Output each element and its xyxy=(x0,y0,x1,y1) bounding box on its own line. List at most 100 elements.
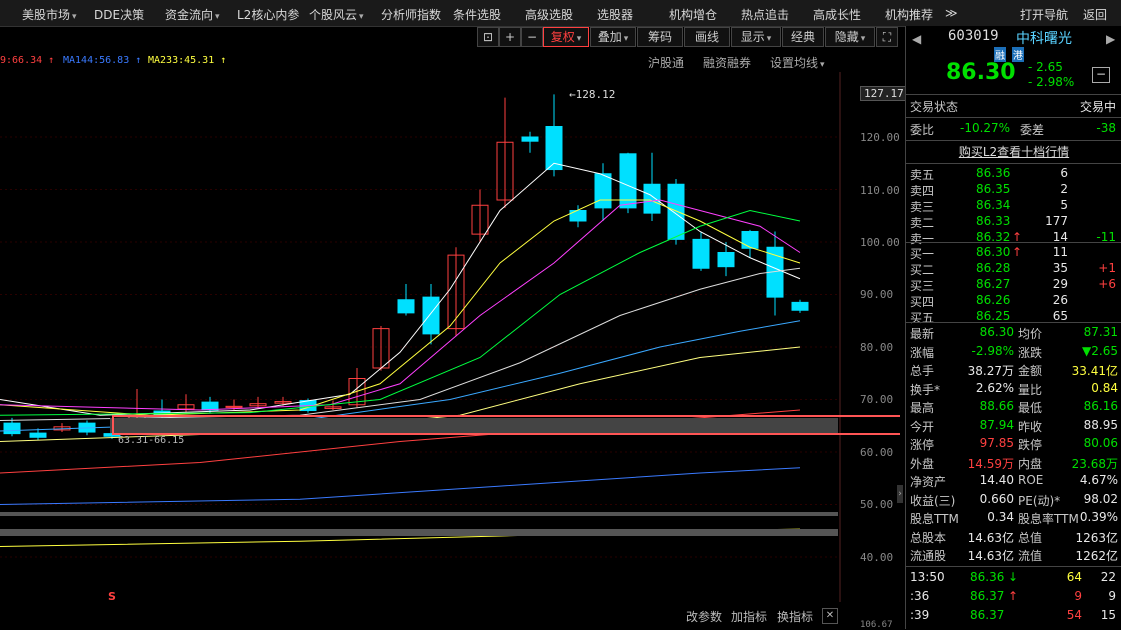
stat-row: 外盘 14.59万 内盘 23.68万 xyxy=(906,455,1121,473)
menu-stock-news[interactable]: 个股风云 ▾ xyxy=(309,6,364,23)
display-button[interactable]: 显示 ▾ xyxy=(731,27,781,47)
trade-status-row: 交易状态 交易中 xyxy=(906,98,1121,116)
zoom-out-icon[interactable]: − xyxy=(521,27,543,47)
lock-icon[interactable]: ⊡ xyxy=(477,27,499,47)
stat-label: 涨跌 xyxy=(1018,345,1043,360)
divider xyxy=(906,242,1121,243)
bids-volume: 11 xyxy=(1052,245,1068,259)
panel-collapse-handle[interactable]: › xyxy=(897,485,903,503)
menu-inst-add[interactable]: 机构增仓 xyxy=(669,6,717,23)
classic-button[interactable]: 经典 xyxy=(782,27,824,47)
prev-stock-icon[interactable]: ◀ xyxy=(912,32,921,46)
menu-l2[interactable]: L2核心内参 xyxy=(237,6,299,23)
stat-value: 23.68万 xyxy=(1071,456,1118,471)
zoom-in-icon[interactable]: + xyxy=(499,27,521,47)
axis-tick: 70.00 xyxy=(860,393,894,406)
hide-button[interactable]: 隐藏 ▾ xyxy=(825,27,875,47)
stat-label: ROE xyxy=(1018,473,1044,487)
open-nav-button[interactable]: 打开导航 xyxy=(1020,6,1068,23)
tick-count: 22 xyxy=(1100,570,1116,584)
next-stock-icon[interactable]: ▶ xyxy=(1106,32,1115,46)
bids-arrow: ↑ xyxy=(1012,245,1023,259)
low-annotation: 63.31-66.15 xyxy=(118,435,185,446)
stat-value: 14.63亿 xyxy=(967,530,1014,545)
margin-link[interactable]: 融资融券 xyxy=(703,54,751,71)
candle-body xyxy=(3,422,21,435)
axis-tick: 40.00 xyxy=(860,551,894,564)
candle-body xyxy=(422,296,440,335)
bids-level-label: 买一 xyxy=(910,247,935,261)
bids-delta: +6 xyxy=(1098,277,1116,291)
divider xyxy=(906,163,1121,164)
stat-label: 跌停 xyxy=(1018,438,1043,452)
hk-connect-link[interactable]: 沪股通 xyxy=(648,54,684,71)
stat-row: 换手* 2.62% 量比 0.84 xyxy=(906,381,1121,399)
stat-label: 最低 xyxy=(1018,401,1043,415)
candle-body xyxy=(667,183,685,240)
ma-settings-link[interactable]: 设置均线 ▾ xyxy=(770,54,825,71)
stat-label: PE(动)* xyxy=(1018,493,1061,508)
tick-row: 13:50 86.36 ↓ 64 22 xyxy=(906,570,1121,588)
menu-condition[interactable]: 条件选股 xyxy=(453,6,501,23)
order-ratio-row: 委比 -10.27% 委差 -38 xyxy=(906,121,1121,139)
menu-analyst[interactable]: 分析师指数 xyxy=(381,6,441,23)
menu-dde[interactable]: DDE决策 xyxy=(94,6,144,23)
overlay-button[interactable]: 叠加 ▾ xyxy=(590,27,636,47)
chips-button[interactable]: 筹码 xyxy=(637,27,683,47)
stat-value: 0.34 xyxy=(987,510,1014,524)
draw-line-button[interactable]: 画线 xyxy=(684,27,730,47)
stat-value: 80.06 xyxy=(1083,436,1118,450)
tick-price: 86.36 xyxy=(970,570,1005,584)
bids-level-label: 买三 xyxy=(910,279,935,293)
menu-growth[interactable]: 高成长性 xyxy=(813,6,861,23)
stat-label: 收益(三) xyxy=(910,493,956,508)
stat-value: 97.85 xyxy=(979,436,1014,450)
buy-l2-link[interactable]: 购买L2查看十档行情 xyxy=(906,143,1121,160)
ma60-line xyxy=(0,267,801,421)
collapse-quote-icon[interactable]: − xyxy=(1092,67,1110,83)
stat-value: 0.660 xyxy=(979,491,1014,506)
close-icon[interactable]: ✕ xyxy=(822,608,838,624)
stat-row: 涨停 97.85 跌停 80.06 xyxy=(906,436,1121,454)
back-button[interactable]: 返回 xyxy=(1083,6,1107,23)
bids-price: 86.28 xyxy=(976,261,1011,275)
edit-params-button[interactable]: 改参数 xyxy=(686,608,722,625)
menu-hotspot[interactable]: 热点追击 xyxy=(741,6,789,23)
stat-row: 流通股 14.63亿 流值 1262亿 xyxy=(906,547,1121,565)
kline-chart[interactable] xyxy=(0,72,900,602)
asks-level-label: 卖三 xyxy=(910,200,935,214)
divider xyxy=(906,94,1121,95)
stat-value: 33.41亿 xyxy=(1071,364,1118,378)
stat-row: 总手 38.27万 金额 33.41亿 xyxy=(906,362,1121,380)
bids-level-label: 买五 xyxy=(910,311,935,325)
tick-price: 86.37 xyxy=(970,608,1005,622)
stat-row: 净资产 14.40 ROE 4.67% xyxy=(906,473,1121,491)
ma-legend-144: MA144:56.83 ↑ xyxy=(63,55,142,66)
menu-inst-rec[interactable]: 机构推荐 xyxy=(885,6,933,23)
stat-label: 金额 xyxy=(1018,364,1043,378)
bids-price: 86.30 xyxy=(976,245,1011,259)
bids-price: 86.26 xyxy=(976,293,1011,307)
stat-value: ▼2.65 xyxy=(1082,343,1118,358)
asks-level-label: 卖五 xyxy=(910,168,935,182)
stat-label: 今开 xyxy=(910,419,935,434)
menu-adv-select[interactable]: 高级选股 xyxy=(525,6,573,23)
switch-indicator-button[interactable]: 换指标 xyxy=(777,608,813,625)
adjust-button[interactable]: 复权 ▾ xyxy=(543,27,589,47)
bids-volume: 29 xyxy=(1052,277,1068,291)
axis-tick: 120.00 xyxy=(860,131,900,144)
stat-label: 流通股 xyxy=(910,549,947,563)
candle-body xyxy=(717,252,735,268)
current-price: 86.30 xyxy=(946,60,1016,85)
tick-arrow: ↑ xyxy=(1008,589,1019,603)
menu-us-market[interactable]: 美股市场 ▾ xyxy=(22,6,77,23)
menu-more[interactable]: ≫ xyxy=(945,6,958,20)
axis-tick: 60.00 xyxy=(860,446,894,459)
fullscreen-icon[interactable]: ⛶ xyxy=(876,27,898,47)
add-indicator-button[interactable]: 加指标 xyxy=(731,608,767,625)
menu-fund-flow[interactable]: 资金流向 ▾ xyxy=(165,6,220,23)
stat-value: 14.40 xyxy=(979,473,1014,487)
diff-value: -38 xyxy=(1096,121,1116,135)
axis-tick: 110.00 xyxy=(860,184,900,197)
menu-selector[interactable]: 选股器 xyxy=(597,6,633,23)
